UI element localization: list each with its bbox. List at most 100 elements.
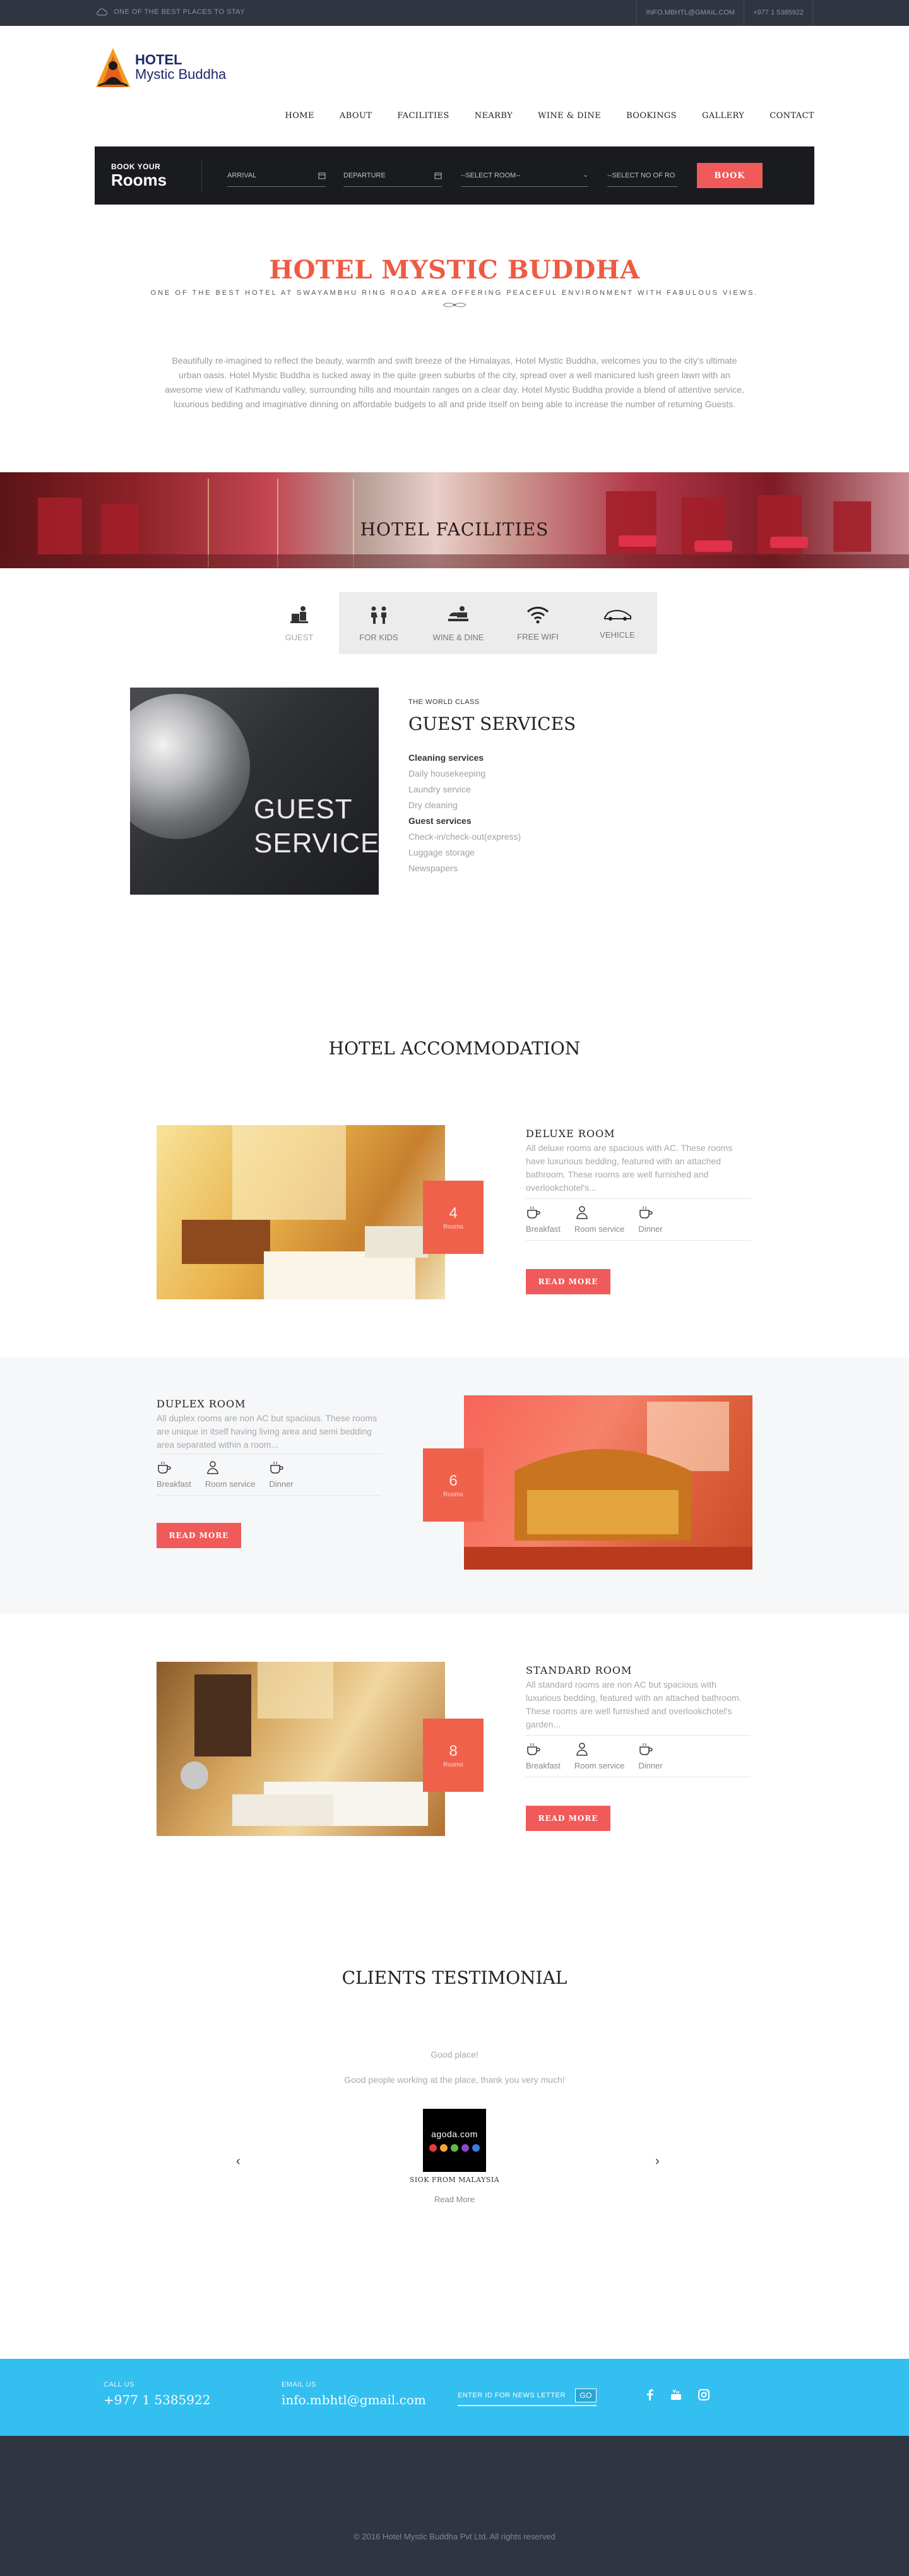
deluxe-room-desc: All deluxe rooms are spacious with AC. T… [526, 1143, 733, 1193]
accommodation-title: HOTEL ACCOMMODATION [328, 1038, 581, 1059]
nav-home[interactable]: HOME [273, 111, 327, 121]
list-item: Cleaning services [408, 753, 484, 763]
guest-services-image-text: GUEST SERVICES [254, 794, 379, 859]
room-select[interactable]: --SELECT ROOM-- ⌄ [461, 164, 588, 187]
testimonial-prev-arrow[interactable]: ‹ [236, 2154, 241, 2169]
wifi-icon [526, 606, 549, 623]
newsletter-input[interactable]: ENTER ID FOR NEWS LETTER GO [458, 2386, 597, 2406]
amenity-room-service: Room service [205, 1460, 255, 1489]
nav-contact[interactable]: CONTACT [757, 111, 814, 121]
list-item: Luggage storage [408, 847, 475, 857]
newsletter-go-button[interactable]: GO [575, 2388, 597, 2402]
booking-bar: BOOK YOUR Rooms ARRIVAL DEPARTURE --SELE… [95, 146, 814, 205]
instagram-icon[interactable] [698, 2389, 710, 2400]
nav-gallery[interactable]: GALLERY [689, 111, 757, 121]
tab-wine-dine[interactable]: WINE & DINE [419, 592, 498, 654]
logo-line1: HOTEL [135, 52, 182, 68]
footer-email-value[interactable]: info.mbhtl@gmail.com [282, 2392, 426, 2407]
nav-nearby[interactable]: NEARBY [462, 111, 525, 121]
footer-email: EMAIL US info.mbhtl@gmail.com [282, 2381, 426, 2407]
coffee-cup-icon [527, 1743, 540, 1755]
departure-field[interactable]: DEPARTURE [343, 164, 442, 187]
departure-label: DEPARTURE [343, 171, 386, 179]
buddha-logo-icon [96, 48, 130, 87]
list-item: Dry cleaning [408, 800, 458, 810]
amenity-room-service: Room service [574, 1742, 624, 1770]
testimonial-next-arrow[interactable]: › [655, 2154, 660, 2169]
deluxe-room-photo [157, 1125, 445, 1299]
coffee-cup-icon [527, 1207, 540, 1219]
topbar-phone[interactable]: +977 1 5385922 [744, 0, 813, 26]
amenity-breakfast: Breakfast [526, 1205, 561, 1234]
nav-about[interactable]: ABOUT [327, 111, 384, 121]
amenity-breakfast: Breakfast [526, 1742, 561, 1770]
standard-room-photo [157, 1662, 445, 1836]
amenity-dinner: Dinner [638, 1742, 663, 1770]
list-item: Check-in/check-out(express) [408, 832, 521, 842]
arrival-label: ARRIVAL [227, 171, 257, 179]
newsletter-placeholder: ENTER ID FOR NEWS LETTER [458, 2392, 566, 2399]
deluxe-room-amenities: Breakfast Room service Dinner [526, 1198, 751, 1241]
guest-services-heading: GUEST SERVICES [408, 713, 576, 734]
person-icon [576, 1743, 588, 1756]
standard-read-more-button[interactable]: READ MORE [526, 1806, 610, 1831]
main-nav: HOME ABOUT FACILITIES NEARBY WINE & DINE… [252, 111, 814, 121]
tagline-text: ONE OF THE BEST PLACES TO STAY [114, 8, 246, 16]
standard-room-name: STANDARD ROOM [526, 1664, 633, 1676]
guest-services-image: GUEST SERVICES [130, 688, 379, 895]
copyright: © 2016 Hotel Mystic Buddha Pvt Ltd. All … [354, 2532, 556, 2541]
tab-guest[interactable]: GUEST [259, 592, 339, 654]
tab-vehicle-label: VEHICLE [600, 629, 635, 640]
footer-phone[interactable]: +977 1 5385922 [104, 2392, 210, 2407]
bellboy-icon [290, 605, 308, 623]
nav-facilities[interactable]: FACILITIES [384, 111, 461, 121]
standard-room-amenities: Breakfast Room service Dinner [526, 1735, 751, 1777]
intro-subtitle: ONE OF THE BEST HOTEL AT SWAYAMBHU RING … [150, 289, 759, 297]
logo[interactable]: HOTEL Mystic Buddha [95, 47, 226, 88]
person-icon [207, 1461, 218, 1474]
duplex-room-amenities: Breakfast Room service Dinner [157, 1453, 381, 1496]
service-bell-icon [130, 694, 250, 839]
tab-vehicle[interactable]: VEHICLE [578, 592, 657, 654]
list-item: Guest services [408, 816, 472, 826]
car-icon [604, 609, 631, 621]
tab-for-kids-label: FOR KIDS [359, 632, 398, 642]
nav-bookings[interactable]: BOOKINGS [614, 111, 689, 121]
deluxe-room-count: 4 Rooms [423, 1181, 484, 1254]
arrival-field[interactable]: ARRIVAL [227, 164, 326, 187]
tagline: ONE OF THE BEST PLACES TO STAY [96, 8, 245, 16]
coffee-cup-icon [158, 1462, 171, 1474]
testimonial-title: CLIENTS TESTIMONIAL [342, 1967, 567, 1988]
agoda-logo: agoda.com [423, 2109, 486, 2172]
tab-free-wifi-label: FREE WIFI [517, 631, 559, 641]
booking-title-small: BOOK YOUR [111, 162, 161, 171]
calendar-icon [434, 172, 442, 179]
facebook-icon[interactable] [645, 2389, 654, 2400]
ornament-divider-icon [443, 302, 466, 307]
tab-guest-label: GUEST [285, 632, 314, 642]
footer-bottom [0, 2436, 909, 2576]
youtube-icon[interactable] [670, 2389, 682, 2400]
person-icon [576, 1206, 588, 1219]
standard-room-desc: All standard rooms are non AC but spacio… [526, 1679, 742, 1729]
deluxe-read-more-button[interactable]: READ MORE [526, 1269, 610, 1294]
topbar-email[interactable]: INFO.MBHTL@GMAIL.COM [636, 0, 744, 26]
guests-select[interactable]: --SELECT NO OF RO [607, 164, 678, 187]
booking-title-big: Rooms [111, 170, 167, 189]
duplex-room-count: 6 Rooms [423, 1448, 484, 1522]
logo-line2: Mystic Buddha [135, 66, 227, 82]
cloud-icon [97, 8, 107, 16]
list-item: Newspapers [408, 863, 458, 873]
amenity-dinner: Dinner [638, 1205, 663, 1234]
duplex-read-more-button[interactable]: READ MORE [157, 1523, 241, 1548]
testimonial-read-more-link[interactable]: Read More [0, 2195, 909, 2204]
top-bar: ONE OF THE BEST PLACES TO STAY INFO.MBHT… [0, 0, 909, 26]
testimonial-headline: Good place! [431, 2049, 478, 2060]
tab-for-kids[interactable]: FOR KIDS [339, 592, 419, 654]
list-item: Daily housekeeping [408, 768, 486, 778]
social-links [645, 2389, 710, 2400]
nav-wine-dine[interactable]: WINE & DINE [525, 111, 614, 121]
book-button[interactable]: BOOK [697, 163, 763, 188]
tab-free-wifi[interactable]: FREE WIFI [498, 592, 578, 654]
duplex-room-desc: All duplex rooms are non AC but spacious… [157, 1413, 377, 1450]
